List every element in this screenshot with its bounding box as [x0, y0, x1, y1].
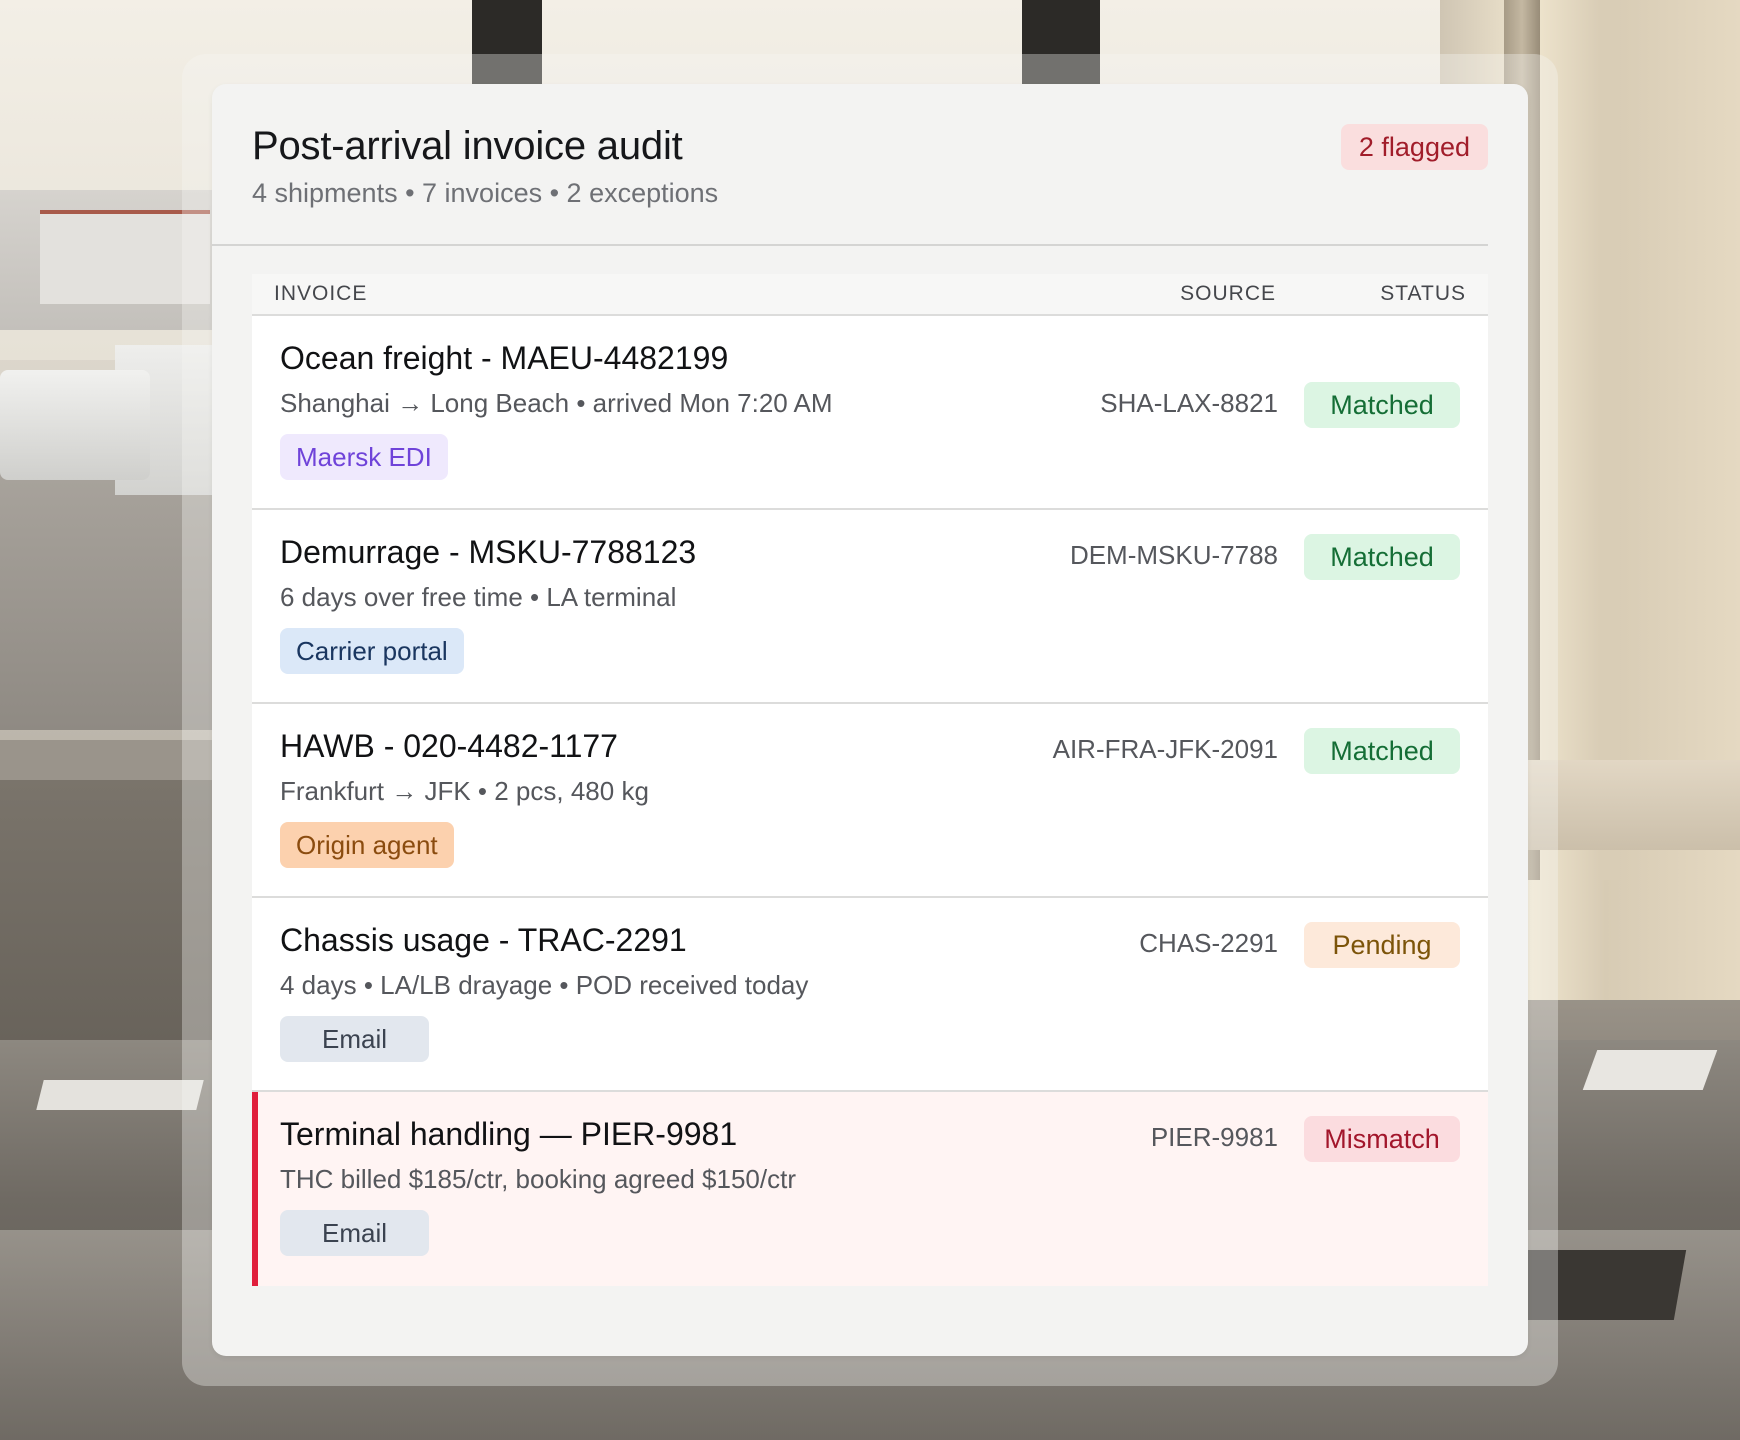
table-row[interactable]: Demurrage - MSKU-7788123 6 days over fre… [252, 510, 1488, 704]
source-reference: SHA-LAX-8821 [1100, 388, 1278, 418]
page-title: Post-arrival invoice audit [252, 124, 683, 168]
table-row[interactable]: Chassis usage - TRAC-2291 4 days • LA/LB… [252, 898, 1488, 1092]
invoice-title: HAWB - 020-4482-1177 [280, 728, 618, 764]
source-channel-chip[interactable]: Maersk EDI [280, 434, 448, 480]
header-divider [212, 244, 1488, 246]
invoice-title: Chassis usage - TRAC-2291 [280, 922, 687, 958]
table-header: INVOICE SOURCE STATUS [252, 274, 1488, 316]
card-header: Post-arrival invoice audit 4 shipments •… [252, 124, 1488, 234]
invoice-audit-card: Post-arrival invoice audit 4 shipments •… [212, 84, 1528, 1356]
status-badge[interactable]: Mismatch [1304, 1116, 1460, 1162]
source-channel-chip[interactable]: Email [280, 1016, 430, 1062]
source-channel-chip[interactable]: Email [280, 1210, 430, 1256]
source-channel-chip[interactable]: Origin agent [280, 822, 454, 868]
invoice-detail: Frankfurt → JFK • 2 pcs, 480 kg [280, 776, 649, 806]
invoice-detail: Shanghai → Long Beach • arrived Mon 7:20… [280, 388, 833, 418]
table-row[interactable]: Ocean freight - MAEU-4482199 Shanghai → … [252, 316, 1488, 510]
status-badge[interactable]: Pending [1304, 922, 1460, 968]
invoice-title: Terminal handling — PIER-9981 [280, 1116, 738, 1152]
invoice-title: Ocean freight - MAEU-4482199 [280, 340, 729, 376]
column-header-invoice[interactable]: INVOICE [274, 274, 367, 314]
column-header-source[interactable]: SOURCE [1180, 274, 1276, 314]
status-badge[interactable]: Matched [1304, 382, 1460, 428]
status-badge[interactable]: Matched [1304, 728, 1460, 774]
column-header-status[interactable]: STATUS [1380, 274, 1466, 314]
table-row[interactable]: HAWB - 020-4482-1177 Frankfurt → JFK • 2… [252, 704, 1488, 898]
audit-summary: 4 shipments • 7 invoices • 2 exceptions [252, 178, 719, 208]
status-badge[interactable]: Matched [1304, 534, 1460, 580]
invoice-detail: 6 days over free time • LA terminal [280, 582, 677, 612]
invoice-detail: THC billed $185/ctr, booking agreed $150… [280, 1164, 796, 1194]
invoice-title: Demurrage - MSKU-7788123 [280, 534, 697, 570]
flagged-count-badge[interactable]: 2 flagged [1340, 124, 1488, 170]
invoice-detail: 4 days • LA/LB drayage • POD received to… [280, 970, 809, 1000]
source-reference: DEM-MSKU-7788 [1069, 540, 1278, 570]
table-row-flagged[interactable]: Terminal handling — PIER-9981 THC billed… [252, 1092, 1488, 1286]
invoice-table: INVOICE SOURCE STATUS Ocean freight - MA… [252, 274, 1488, 1286]
source-reference: AIR-FRA-JFK-2091 [1052, 734, 1278, 764]
source-reference: PIER-9981 [1150, 1122, 1278, 1152]
source-channel-chip[interactable]: Carrier portal [280, 628, 464, 674]
source-reference: CHAS-2291 [1139, 928, 1278, 958]
